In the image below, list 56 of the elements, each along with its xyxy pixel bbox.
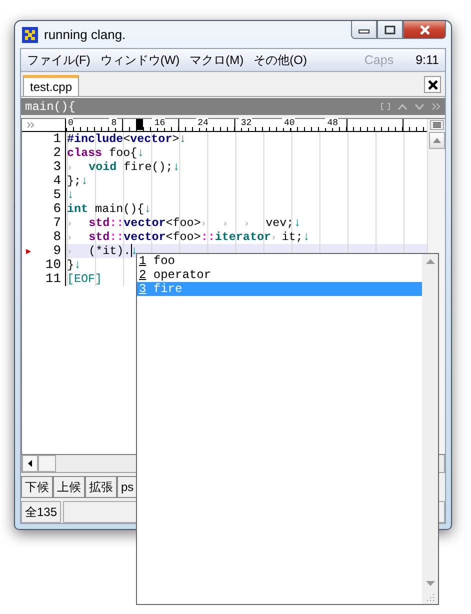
maximize-icon xyxy=(384,24,396,34)
close-tab-button[interactable] xyxy=(424,76,441,93)
left-arrow-icon xyxy=(28,460,32,467)
line-number: 1 xyxy=(53,132,61,146)
up-arrow-icon xyxy=(432,138,440,143)
ruler-label: 48 xyxy=(325,118,338,128)
line-number: 6 xyxy=(53,202,61,216)
line-number: 7 xyxy=(53,216,61,230)
ruler-label: 40 xyxy=(282,118,295,128)
caps-indicator: Caps xyxy=(364,53,394,67)
resize-grip-icon[interactable] xyxy=(425,592,435,602)
ruler-label: 32 xyxy=(238,118,252,128)
scroll-up-icon[interactable] xyxy=(426,259,434,264)
window-title: running clang. xyxy=(44,27,126,42)
current-line-marker-icon xyxy=(26,249,31,254)
clock: 9:11 xyxy=(416,53,439,67)
brackets-icon[interactable] xyxy=(381,103,390,110)
double-chevron-icon[interactable] xyxy=(27,122,35,128)
line-number: 3 xyxy=(53,160,61,174)
menu-item[interactable]: マクロ(M) xyxy=(190,52,244,68)
list-icon[interactable] xyxy=(430,120,444,130)
line-number: 5 xyxy=(53,188,61,202)
maximize-button[interactable] xyxy=(377,21,403,39)
close-button[interactable] xyxy=(403,21,446,39)
status-cell: 全135 xyxy=(21,501,62,523)
scroll-left-button[interactable] xyxy=(22,455,38,472)
close-icon xyxy=(428,80,438,90)
menu-item[interactable]: ウィンドウ(W) xyxy=(100,52,180,68)
app-icon xyxy=(22,26,38,42)
toolbar-button[interactable]: 拡張 xyxy=(85,476,117,498)
down-icon[interactable] xyxy=(415,104,424,110)
line-number: 10 xyxy=(45,258,61,272)
ruler-label: 16 xyxy=(152,118,166,128)
line-number: 9 xyxy=(53,244,61,258)
toolbar-button[interactable]: 上候 xyxy=(53,476,85,498)
double-chevron-icon[interactable] xyxy=(432,103,441,110)
line-number: 4 xyxy=(53,174,61,188)
popup-scrollbar[interactable] xyxy=(422,254,438,604)
line-number: 8 xyxy=(53,230,61,244)
menu-item[interactable]: その他(O) xyxy=(254,52,307,68)
line-number: 11 xyxy=(45,272,61,286)
ruler-label: 8 xyxy=(109,118,117,128)
file-tab[interactable]: test.cpp xyxy=(23,75,80,96)
close-icon xyxy=(418,24,430,34)
minimize-button[interactable] xyxy=(351,21,377,39)
ruler-label: 0 xyxy=(66,118,74,128)
scroll-down-icon[interactable] xyxy=(426,581,434,586)
toolbar-button[interactable]: ps xyxy=(117,476,138,498)
menu-item[interactable]: ファイル(F) xyxy=(27,52,90,68)
ruler-label: 24 xyxy=(196,118,208,128)
line-number: 2 xyxy=(53,146,61,160)
up-icon[interactable] xyxy=(398,104,407,110)
scrollbar-thumb[interactable] xyxy=(38,455,56,472)
toolbar-button[interactable]: 下候 xyxy=(21,476,53,498)
completion-item[interactable]: 2 operator xyxy=(137,268,422,282)
function-name: main(){ xyxy=(25,100,76,114)
